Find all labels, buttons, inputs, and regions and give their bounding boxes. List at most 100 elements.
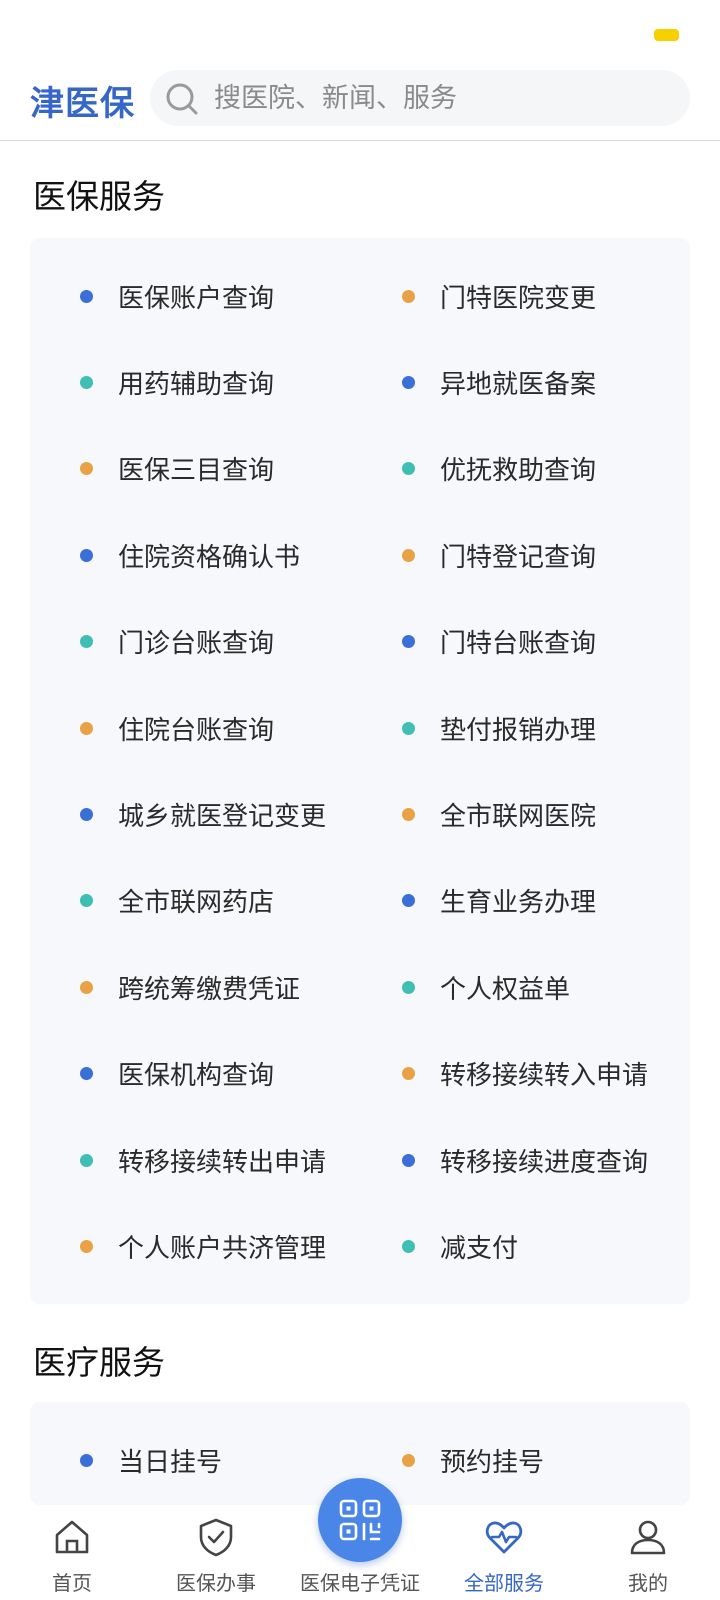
service-item-label: 个人权益单: [440, 974, 571, 1005]
service-item[interactable]: 异地就医备案: [402, 352, 596, 412]
tab-label-mine: 我的: [628, 1571, 668, 1595]
service-item-label: 个人账户共济管理: [118, 1233, 327, 1264]
service-item-label: 用药辅助查询: [118, 369, 275, 400]
header: 津医保: [0, 62, 720, 141]
service-item-label: 垫付报销办理: [440, 715, 597, 746]
service-item[interactable]: 个人权益单: [402, 957, 570, 1017]
bullet-dot-icon: [402, 375, 415, 389]
service-item[interactable]: 门特医院变更: [402, 266, 596, 326]
service-item-label: 全市联网药店: [118, 888, 275, 919]
service-item[interactable]: 跨统筹缴费凭证: [80, 957, 300, 1017]
home-icon: [55, 1520, 89, 1554]
tab-label-insurance-affairs: 医保办事: [176, 1571, 256, 1595]
bullet-dot-icon: [80, 375, 93, 389]
service-item[interactable]: 门特台账查询: [402, 612, 596, 672]
service-item[interactable]: 住院台账查询: [80, 698, 274, 758]
section-title-medical: 医疗服务: [33, 1343, 165, 1382]
service-item[interactable]: 生育业务办理: [402, 871, 596, 931]
search-bar[interactable]: [150, 70, 690, 126]
service-item-label: 住院台账查询: [118, 715, 275, 746]
service-item[interactable]: 垫付报销办理: [402, 698, 596, 758]
service-item-label: 转移接续进度查询: [440, 1147, 649, 1178]
service-item-label: 减支付: [440, 1233, 519, 1264]
service-item[interactable]: 医保账户查询: [80, 266, 274, 326]
bullet-dot-icon: [80, 894, 93, 908]
tab-label-all-services: 全部服务: [464, 1571, 544, 1595]
bullet-dot-icon: [80, 635, 93, 649]
service-item[interactable]: 预约挂号: [402, 1430, 544, 1490]
service-item[interactable]: 当日挂号: [80, 1430, 222, 1490]
bullet-dot-icon: [80, 1453, 93, 1467]
service-item-label: 门特台账查询: [440, 629, 597, 660]
service-item-label: 转移接续转入申请: [440, 1061, 649, 1092]
bullet-dot-icon: [80, 1239, 93, 1253]
bullet-dot-icon: [80, 289, 93, 303]
service-item[interactable]: 减支付: [402, 1216, 518, 1276]
bullet-dot-icon: [80, 1153, 93, 1167]
status-indicator: [654, 29, 679, 41]
bullet-dot-icon: [402, 548, 415, 562]
bullet-dot-icon: [402, 635, 415, 649]
tab-insurance-affairs[interactable]: 医保办事: [144, 1505, 288, 1600]
service-item[interactable]: 全市联网药店: [80, 871, 274, 931]
service-item-label: 异地就医备案: [440, 369, 597, 400]
tab-label-home: 首页: [52, 1571, 92, 1595]
bullet-dot-icon: [402, 721, 415, 735]
service-item-label: 医保账户查询: [118, 283, 275, 314]
user-icon: [630, 1520, 666, 1555]
service-item[interactable]: 住院资格确认书: [80, 525, 300, 585]
service-item[interactable]: 转移接续转出申请: [80, 1130, 326, 1190]
bullet-dot-icon: [80, 1067, 93, 1081]
bullet-dot-icon: [402, 807, 415, 821]
bullet-dot-icon: [80, 548, 93, 562]
service-item[interactable]: 医保机构查询: [80, 1044, 274, 1104]
service-item-label: 全市联网医院: [440, 801, 597, 832]
service-item[interactable]: 医保三目查询: [80, 439, 274, 499]
bullet-dot-icon: [80, 807, 93, 821]
service-item-label: 转移接续转出申请: [118, 1147, 327, 1178]
service-item[interactable]: 城乡就医登记变更: [80, 784, 326, 844]
tab-label-e-voucher: 医保电子凭证: [300, 1571, 420, 1595]
app-logo: 津医保: [30, 84, 135, 124]
bullet-dot-icon: [402, 980, 415, 994]
service-item[interactable]: 优抚救助查询: [402, 439, 596, 499]
bullet-dot-icon: [402, 894, 415, 908]
bullet-dot-icon: [80, 721, 93, 735]
bullet-dot-icon: [402, 1067, 415, 1081]
service-item[interactable]: 全市联网医院: [402, 784, 596, 844]
search-icon: [166, 83, 198, 115]
service-item-label: 门特登记查询: [440, 542, 597, 573]
bullet-dot-icon: [402, 289, 415, 303]
service-item-label: 门诊台账查询: [118, 629, 275, 660]
tab-mine[interactable]: 我的: [576, 1505, 720, 1600]
bullet-dot-icon: [402, 1153, 415, 1167]
insurance-services-card: 医保账户查询 门特医院变更用药辅助查询 异地就医备案医保三目查询 优抚救助查询住院资格…: [30, 238, 690, 1304]
service-item[interactable]: 个人账户共济管理: [80, 1216, 326, 1276]
tab-all-services[interactable]: 全部服务: [432, 1505, 576, 1600]
service-item[interactable]: 用药辅助查询: [80, 352, 274, 412]
heart-pulse-icon: [485, 1521, 523, 1554]
service-item-label: 跨统筹缴费凭证: [118, 974, 301, 1005]
tab-home[interactable]: 首页: [0, 1505, 144, 1600]
service-item[interactable]: 转移接续进度查询: [402, 1130, 648, 1190]
service-item-label: 生育业务办理: [440, 888, 597, 919]
bullet-dot-icon: [402, 1453, 415, 1467]
bullet-dot-icon: [402, 462, 415, 476]
e-voucher-qr-button[interactable]: [318, 1478, 402, 1562]
status-bar: [0, 0, 720, 62]
service-item-label: 优抚救助查询: [440, 456, 597, 487]
shield-check-icon: [199, 1518, 233, 1557]
service-item[interactable]: 门特登记查询: [402, 525, 596, 585]
service-item-label: 城乡就医登记变更: [118, 801, 327, 832]
section-title-insurance: 医保服务: [33, 177, 165, 216]
service-item-label: 医保机构查询: [118, 1061, 275, 1092]
service-item[interactable]: 门诊台账查询: [80, 612, 274, 672]
search-input[interactable]: [214, 70, 674, 126]
bullet-dot-icon: [402, 1239, 415, 1253]
service-item-label: 门特医院变更: [440, 283, 597, 314]
service-item-label: 当日挂号: [118, 1447, 223, 1478]
bullet-dot-icon: [80, 980, 93, 994]
bullet-dot-icon: [80, 462, 93, 476]
qr-code-icon: [339, 1499, 381, 1541]
service-item[interactable]: 转移接续转入申请: [402, 1044, 648, 1104]
